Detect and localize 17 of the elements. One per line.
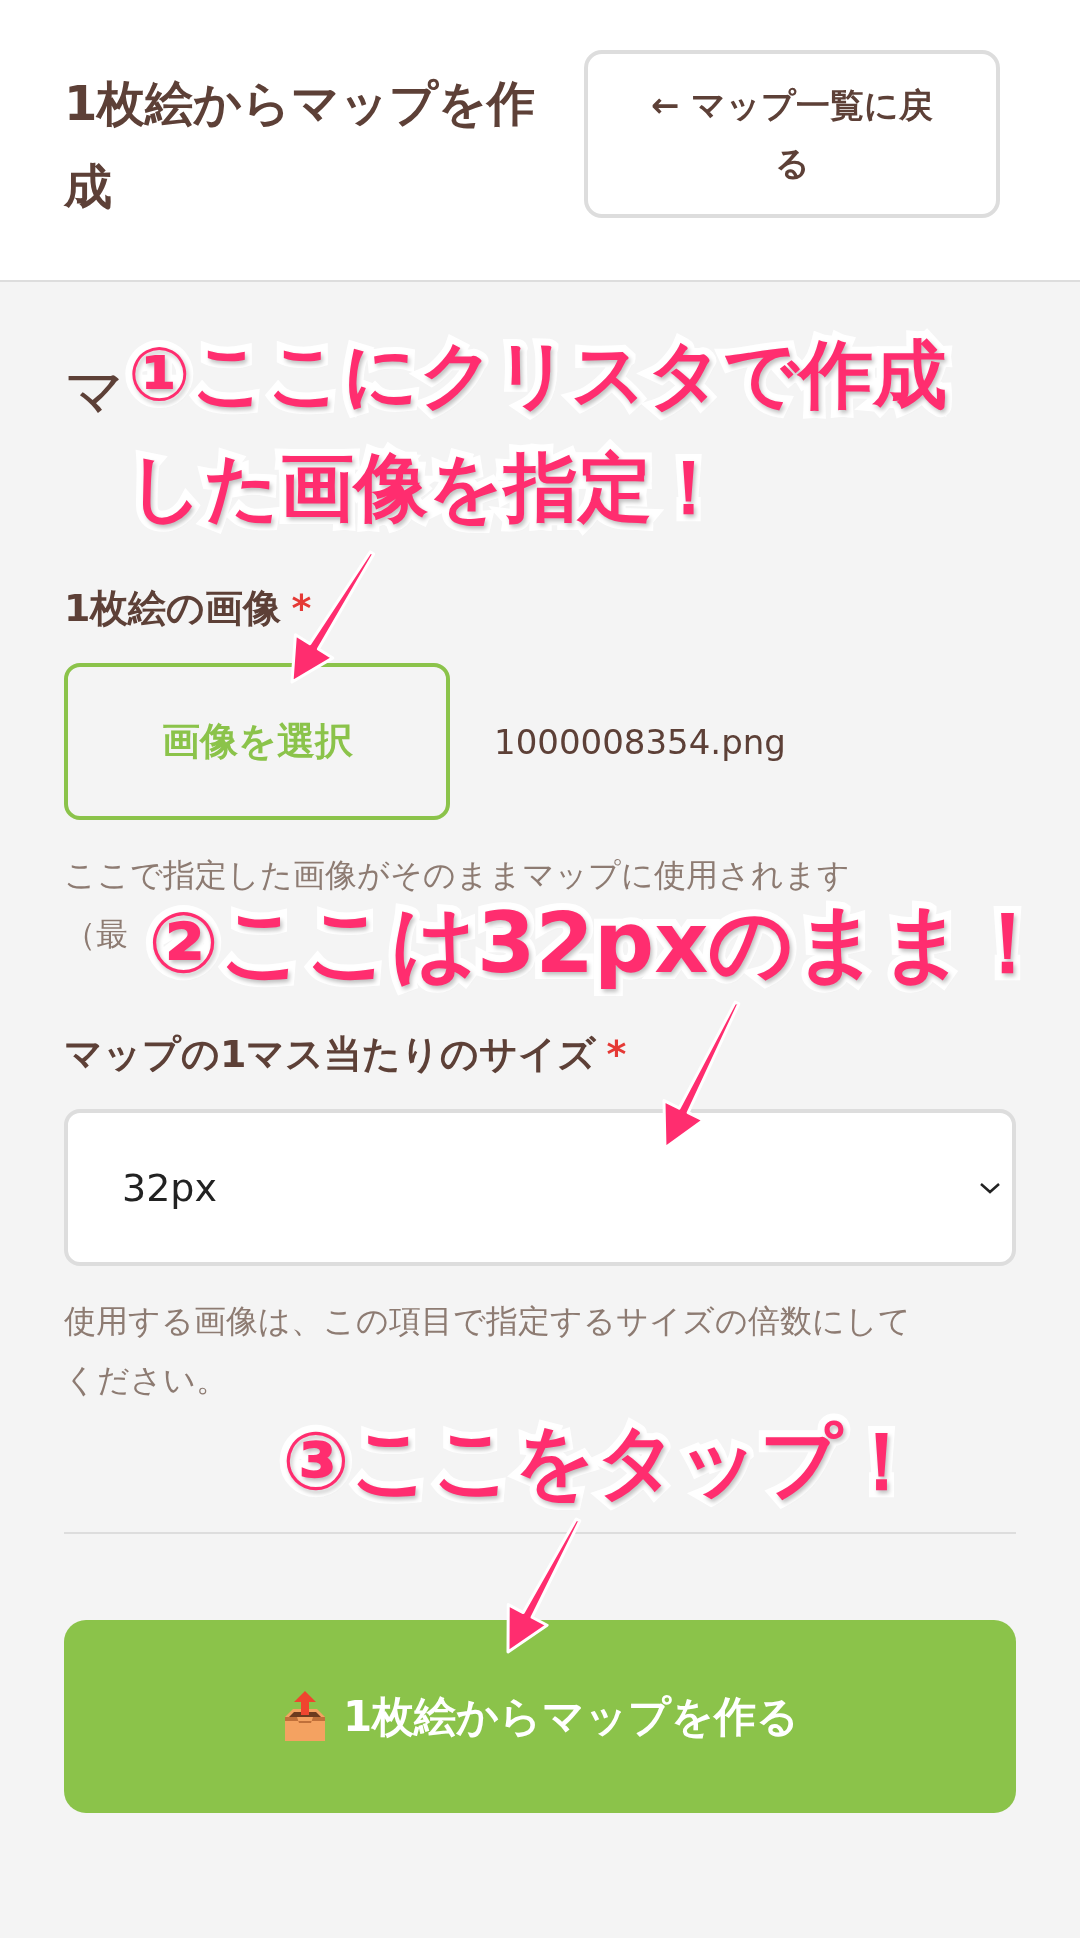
required-mark: * bbox=[606, 1032, 627, 1076]
annotation-text: ③ここをタップ！ bbox=[282, 1414, 922, 1510]
annotation-text: した画像を指定！ bbox=[128, 443, 727, 532]
hint-text: （最 bbox=[64, 914, 128, 955]
hint-text: ここで指定した画像がそのままマップに使用されます bbox=[64, 855, 850, 896]
file-name: 1000008354.png bbox=[494, 721, 786, 762]
field-label: 1枚絵の画像 bbox=[64, 586, 282, 630]
annotation-text: ①ここにクリスタで作成 bbox=[128, 330, 947, 419]
back-button[interactable]: ← マップ一覧に戻る bbox=[584, 50, 1000, 218]
size-select[interactable]: 32px bbox=[64, 1109, 1016, 1266]
field-label: マップの1マス当たりのサイズ bbox=[64, 1032, 597, 1076]
chevron-down-icon bbox=[978, 1180, 1002, 1195]
section-heading: マ bbox=[64, 355, 125, 428]
hint-text: 使用する画像は、この項目で指定するサイズの倍数にしてください。 bbox=[64, 1301, 912, 1401]
page-title: 1枚絵からマップを作成 bbox=[64, 74, 537, 216]
required-mark: * bbox=[291, 586, 312, 630]
annotation-text: ②ここは32pxのまま！ bbox=[148, 893, 1051, 994]
